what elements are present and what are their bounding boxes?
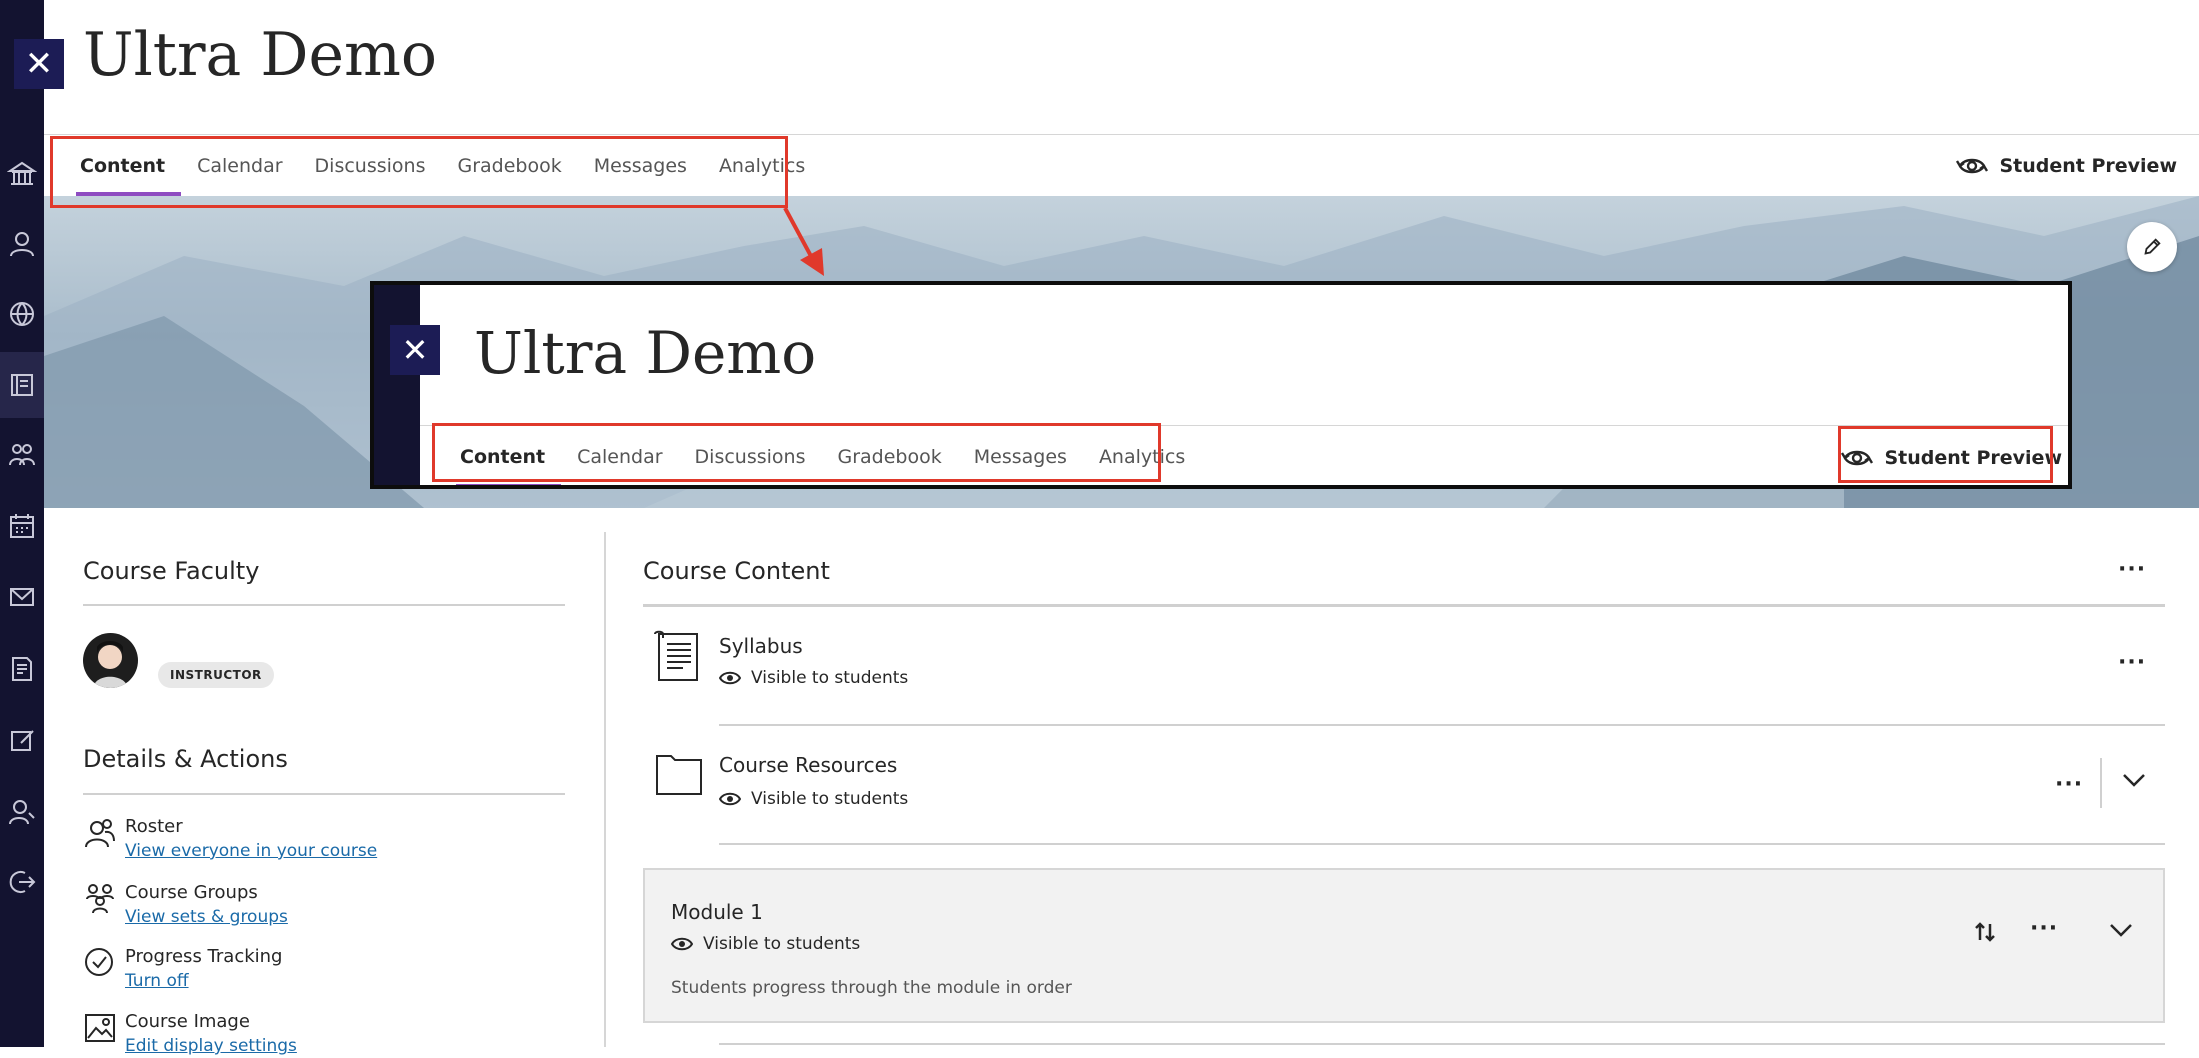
item-divider [719, 843, 2165, 845]
roster-icon [83, 815, 117, 849]
course-image-label: Course Image [125, 1011, 250, 1032]
folder-icon [656, 755, 702, 795]
sign-out-icon[interactable] [6, 866, 38, 898]
messages-icon[interactable] [6, 581, 38, 613]
item-divider [719, 1043, 2165, 1045]
inset-tabs-highlight-box [432, 423, 1161, 482]
module-description: Students progress through the module in … [671, 978, 1072, 998]
course-image-action: Course Image Edit display settings [83, 1010, 297, 1058]
syllabus-visibility[interactable]: Visible to students [719, 668, 908, 688]
list-item-module-1[interactable]: Module 1 Visible to students Students pr… [643, 868, 2165, 1023]
grades-icon[interactable] [6, 653, 38, 685]
course-faculty-title: Course Faculty [83, 557, 260, 585]
reorder-icon[interactable] [1973, 920, 1997, 944]
app-rail [0, 0, 44, 1047]
course-content-divider [643, 604, 2165, 607]
course-resources-visibility-label: Visible to students [751, 789, 909, 809]
inset-preview-highlight-box [1838, 426, 2053, 483]
module-visibility-label: Visible to students [703, 934, 861, 954]
eye-icon [719, 671, 741, 685]
student-preview-label: Student Preview [1999, 155, 2177, 177]
courses-icon[interactable] [6, 369, 38, 401]
check-circle-icon [83, 945, 117, 979]
course-image-link[interactable]: Edit display settings [125, 1034, 297, 1058]
tabs-highlight-box [50, 136, 788, 208]
module-more-button[interactable]: ··· [2030, 916, 2058, 941]
globe-icon[interactable] [6, 298, 38, 330]
progress-tracking-action: Progress Tracking Turn off [83, 945, 282, 993]
course-resources-title[interactable]: Course Resources [719, 753, 897, 777]
course-resources-more-button[interactable]: ··· [2055, 772, 2083, 797]
module-title[interactable]: Module 1 [671, 900, 763, 924]
inset-course-title: Ultra Demo [474, 319, 817, 387]
course-content-more-button[interactable]: ··· [2118, 557, 2146, 582]
calendar-icon[interactable] [6, 510, 38, 542]
avatar[interactable] [83, 633, 138, 688]
document-icon [654, 630, 698, 681]
module-visibility[interactable]: Visible to students [671, 934, 860, 954]
syllabus-title[interactable]: Syllabus [719, 634, 803, 658]
progress-tracking-label: Progress Tracking [125, 946, 283, 967]
pencil-icon [2144, 238, 2161, 255]
roster-action: Roster View everyone in your course [83, 815, 377, 863]
item-divider [719, 724, 2165, 726]
inset-close-button[interactable]: ✕ [390, 325, 440, 375]
course-resources-visibility[interactable]: Visible to students [719, 789, 908, 809]
institution-icon[interactable] [6, 158, 38, 190]
inset-close-icon: ✕ [401, 331, 429, 369]
roster-link[interactable]: View everyone in your course [125, 839, 377, 863]
groups-label: Course Groups [125, 882, 258, 903]
image-icon [83, 1010, 117, 1044]
roster-label: Roster [125, 816, 183, 837]
student-preview-icon [1956, 158, 1989, 174]
details-divider [83, 793, 565, 795]
account-icon[interactable] [6, 796, 38, 828]
eye-icon [719, 792, 741, 806]
tools-icon[interactable] [6, 724, 38, 756]
syllabus-more-button[interactable]: ··· [2118, 650, 2146, 675]
groups-action: Course Groups View sets & groups [83, 881, 288, 929]
faculty-divider [83, 604, 565, 606]
close-course-button[interactable]: ✕ [14, 39, 64, 89]
course-content-title: Course Content [643, 557, 830, 585]
student-preview-button[interactable]: Student Preview [1955, 135, 2177, 197]
chevron-down-icon[interactable] [2122, 772, 2146, 788]
organizations-icon[interactable] [6, 438, 38, 470]
progress-tracking-link[interactable]: Turn off [125, 969, 282, 993]
syllabus-visibility-label: Visible to students [751, 668, 909, 688]
chevron-down-icon[interactable] [2109, 922, 2133, 938]
details-actions-title: Details & Actions [83, 745, 288, 773]
groups-icon [83, 881, 117, 915]
instructor-badge: INSTRUCTOR [158, 662, 274, 688]
groups-link[interactable]: View sets & groups [125, 905, 288, 929]
course-title: Ultra Demo [83, 20, 438, 90]
column-divider [604, 532, 606, 1047]
edit-banner-button[interactable] [2127, 222, 2177, 272]
close-icon: ✕ [24, 44, 54, 84]
eye-icon [671, 937, 693, 951]
actions-separator [2100, 758, 2102, 808]
inset-rail [374, 285, 420, 485]
profile-icon[interactable] [6, 228, 38, 260]
